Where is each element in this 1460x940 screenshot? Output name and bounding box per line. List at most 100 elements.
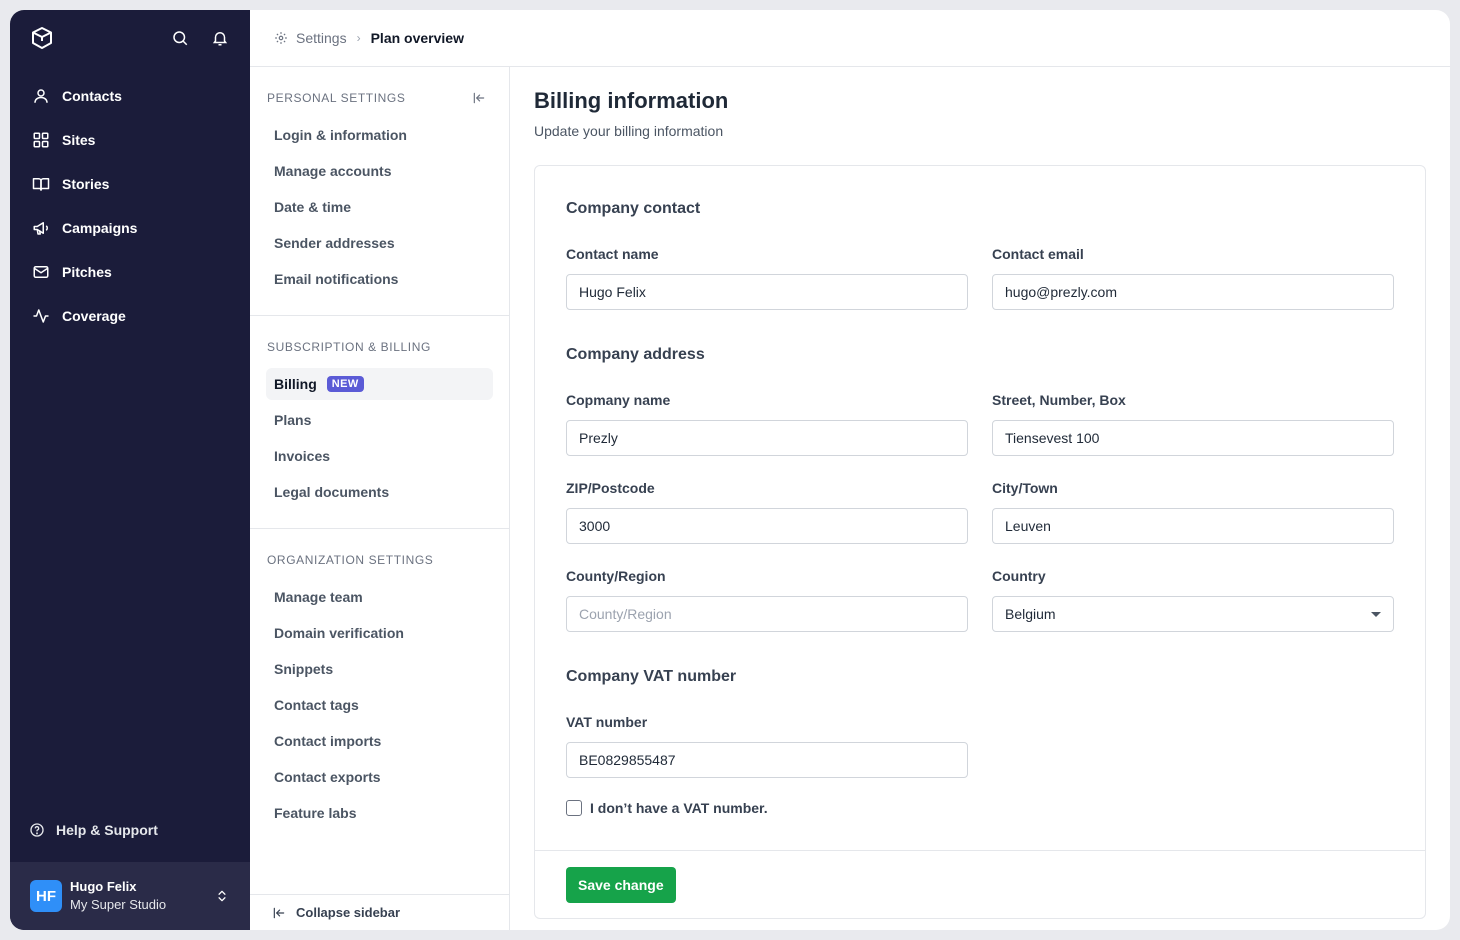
mail-icon bbox=[32, 263, 50, 281]
company-vat-heading: Company VAT number bbox=[566, 668, 737, 685]
user-icon bbox=[32, 87, 50, 105]
search-icon[interactable] bbox=[170, 28, 190, 48]
prezly-logo-icon[interactable] bbox=[30, 26, 54, 50]
settings-item-login[interactable]: Login & information bbox=[266, 119, 493, 151]
settings-item-legal-documents[interactable]: Legal documents bbox=[266, 476, 493, 508]
settings-item-manage-accounts[interactable]: Manage accounts bbox=[266, 155, 493, 187]
country-selected-value: Belgium bbox=[1005, 606, 1056, 622]
collapse-left-icon bbox=[272, 906, 286, 920]
help-support-label: Help & Support bbox=[56, 822, 158, 838]
page-title: Billing information bbox=[534, 88, 729, 113]
organization-settings-section: ORGANIZATION SETTINGS Manage team Domain… bbox=[250, 529, 509, 849]
settings-item-date-time[interactable]: Date & time bbox=[266, 191, 493, 223]
settings-item-plans[interactable]: Plans bbox=[266, 404, 493, 436]
contact-email-field[interactable]: hugo@prezly.com bbox=[992, 274, 1394, 310]
city-field[interactable]: Leuven bbox=[992, 508, 1394, 544]
settings-sidebar: PERSONAL SETTINGS Login & information Ma… bbox=[250, 67, 510, 930]
nav-item-label: Campaigns bbox=[62, 220, 138, 236]
company-address-heading: Company address bbox=[566, 346, 705, 363]
breadcrumb-settings-link[interactable]: Settings bbox=[296, 30, 347, 46]
bell-icon[interactable] bbox=[210, 28, 230, 48]
personal-settings-section: PERSONAL SETTINGS Login & information Ma… bbox=[250, 67, 509, 316]
section-title: ORGANIZATION SETTINGS bbox=[267, 553, 434, 567]
breadcrumb-current: Plan overview bbox=[370, 30, 464, 46]
street-label: Street, Number, Box bbox=[992, 392, 1126, 408]
contact-name-field[interactable]: Hugo Felix bbox=[566, 274, 968, 310]
new-badge: NEW bbox=[326, 376, 364, 392]
settings-item-contact-imports[interactable]: Contact imports bbox=[266, 725, 493, 757]
nav-item-contacts[interactable]: Contacts bbox=[10, 74, 250, 118]
gear-icon bbox=[274, 31, 288, 45]
chevron-down-icon bbox=[1371, 612, 1381, 617]
main-area: Settings › Plan overview PERSONAL SETTIN… bbox=[250, 10, 1450, 930]
nav-item-label: Contacts bbox=[62, 88, 122, 104]
settings-item-feature-labs[interactable]: Feature labs bbox=[266, 797, 493, 829]
zip-label: ZIP/Postcode bbox=[566, 480, 655, 496]
nav-item-label: Coverage bbox=[62, 308, 126, 324]
zip-field[interactable]: 3000 bbox=[566, 508, 968, 544]
form-footer: Save change bbox=[535, 850, 1425, 918]
collapse-sidebar-label: Collapse sidebar bbox=[296, 905, 401, 920]
subscription-billing-section: SUBSCRIPTION & BILLING Billing NEW Plans… bbox=[250, 316, 509, 529]
grid-icon bbox=[32, 131, 50, 149]
nav-item-label: Sites bbox=[62, 132, 96, 148]
nav-header bbox=[10, 10, 250, 66]
nav-list: Contacts Sites Stories Campaigns Pitches… bbox=[10, 74, 250, 338]
vat-number-label: VAT number bbox=[566, 714, 648, 730]
chevron-up-down-icon[interactable] bbox=[214, 888, 230, 904]
country-label: Country bbox=[992, 568, 1046, 584]
app-window: Contacts Sites Stories Campaigns Pitches… bbox=[10, 10, 1450, 930]
section-title: PERSONAL SETTINGS bbox=[267, 91, 406, 105]
settings-item-sender-addresses[interactable]: Sender addresses bbox=[266, 227, 493, 259]
breadcrumb: Settings › Plan overview bbox=[250, 10, 1450, 67]
user-name: Hugo Felix bbox=[70, 879, 137, 894]
nav-item-label: Stories bbox=[62, 176, 110, 192]
page-subtitle: Update your billing information bbox=[534, 123, 724, 139]
company-contact-heading: Company contact bbox=[566, 200, 701, 217]
company-name-label: Copmany name bbox=[566, 392, 671, 408]
settings-item-email-notifications[interactable]: Email notifications bbox=[266, 263, 493, 295]
contact-email-label: Contact email bbox=[992, 246, 1084, 262]
no-vat-checkbox-row[interactable]: I don’t have a VAT number. bbox=[566, 800, 1394, 816]
company-name-field[interactable]: Prezly bbox=[566, 420, 968, 456]
county-field[interactable]: County/Region bbox=[566, 596, 968, 632]
megaphone-icon bbox=[32, 219, 50, 237]
city-label: City/Town bbox=[992, 480, 1058, 496]
nav-item-pitches[interactable]: Pitches bbox=[10, 250, 250, 294]
contact-name-label: Contact name bbox=[566, 246, 659, 262]
no-vat-checkbox[interactable] bbox=[566, 800, 582, 816]
section-title: SUBSCRIPTION & BILLING bbox=[267, 340, 431, 354]
nav-item-label: Pitches bbox=[62, 264, 112, 280]
activity-icon bbox=[32, 307, 50, 325]
vat-number-field[interactable]: BE0829855487 bbox=[566, 742, 968, 778]
save-change-button[interactable]: Save change bbox=[566, 866, 676, 903]
county-label: County/Region bbox=[566, 568, 666, 584]
nav-item-campaigns[interactable]: Campaigns bbox=[10, 206, 250, 250]
chevron-right-icon: › bbox=[356, 31, 361, 45]
main-nav: Contacts Sites Stories Campaigns Pitches… bbox=[10, 10, 250, 930]
no-vat-label[interactable]: I don’t have a VAT number. bbox=[590, 800, 768, 816]
settings-item-domain-verification[interactable]: Domain verification bbox=[266, 617, 493, 649]
street-field[interactable]: Tiensevest 100 bbox=[992, 420, 1394, 456]
nav-item-coverage[interactable]: Coverage bbox=[10, 294, 250, 338]
collapse-left-icon[interactable] bbox=[471, 90, 487, 106]
user-studio: My Super Studio bbox=[70, 897, 167, 912]
help-circle-icon bbox=[28, 821, 46, 839]
nav-item-sites[interactable]: Sites bbox=[10, 118, 250, 162]
settings-item-invoices[interactable]: Invoices bbox=[266, 440, 493, 472]
settings-item-snippets[interactable]: Snippets bbox=[266, 653, 493, 685]
settings-item-contact-tags[interactable]: Contact tags bbox=[266, 689, 493, 721]
content-pane: Billing information Update your billing … bbox=[510, 67, 1450, 930]
settings-item-manage-team[interactable]: Manage team bbox=[266, 581, 493, 613]
collapse-sidebar-button[interactable]: Collapse sidebar bbox=[250, 894, 509, 930]
user-switcher[interactable]: HF Hugo Felix My Super Studio bbox=[10, 862, 250, 930]
help-support-link[interactable]: Help & Support bbox=[10, 810, 250, 850]
billing-form-card: Company contact Contact name Hugo Felix … bbox=[534, 165, 1426, 919]
country-select[interactable]: Belgium bbox=[992, 596, 1394, 632]
nav-item-stories[interactable]: Stories bbox=[10, 162, 250, 206]
settings-item-contact-exports[interactable]: Contact exports bbox=[266, 761, 493, 793]
book-icon bbox=[32, 175, 50, 193]
avatar: HF bbox=[30, 880, 62, 912]
settings-item-label: Billing bbox=[274, 376, 317, 392]
settings-item-billing[interactable]: Billing NEW bbox=[266, 368, 493, 400]
